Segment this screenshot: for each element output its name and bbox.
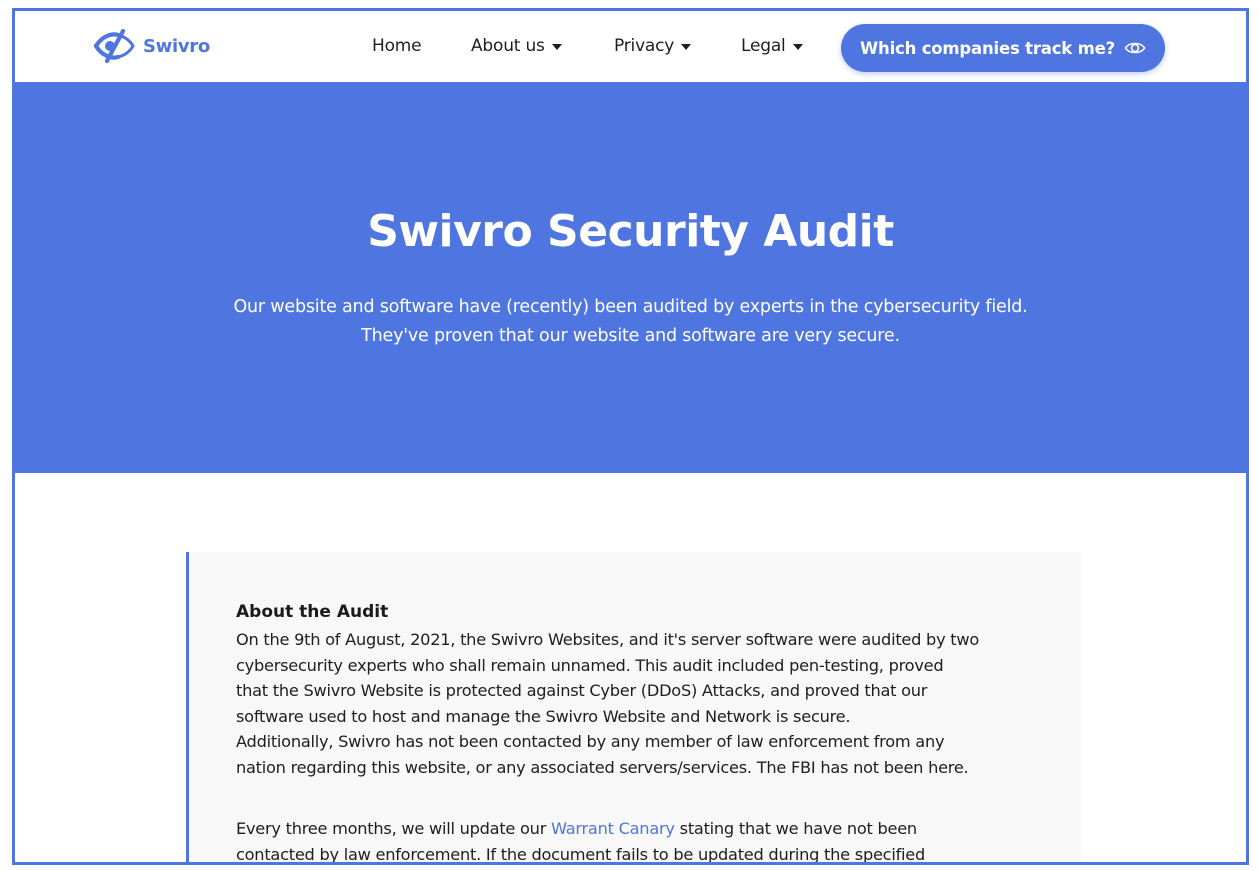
top-navbar: Swivro Home About us Privacy Legal Which… [15, 11, 1246, 82]
card-paragraph-1: On the 9th of August, 2021, the Swivro W… [236, 627, 1056, 780]
eye-icon [1124, 42, 1146, 54]
paragraph-line: cybersecurity experts who shall remain u… [236, 655, 944, 675]
nav-link-home[interactable]: Home [372, 36, 422, 56]
nav-link-label: Privacy [614, 36, 675, 56]
paragraph-line: that the Swivro Website is protected aga… [236, 681, 928, 700]
caret-down-icon [792, 44, 803, 50]
browser-viewport: Swivro Home About us Privacy Legal Which… [12, 8, 1249, 865]
nav-link-label: About us [471, 36, 545, 56]
card-heading: About the Audit [236, 602, 389, 622]
audit-info-card: About the Audit On the 9th of August, 20… [186, 552, 1081, 864]
paragraph-line: Additionally, Swivro has not been contac… [236, 732, 945, 751]
nav-link-label: Home [372, 36, 422, 56]
paragraph-text: stating that we have not been [674, 819, 918, 838]
brand-logo[interactable]: Swivro [93, 29, 210, 63]
hero-subtitle-line-2: They've proven that our website and soft… [361, 326, 900, 346]
page-title: Swivro Security Audit [367, 206, 894, 257]
paragraph-line: contacted by law enforcement. If the doc… [236, 844, 926, 864]
hero-subtitle-line-1: Our website and software have (recently)… [233, 297, 1028, 317]
which-companies-track-me-button[interactable]: Which companies track me? [841, 24, 1165, 72]
nav-link-label: Legal [741, 36, 786, 56]
cta-label: Which companies track me? [860, 38, 1115, 58]
nav-link-about-us[interactable]: About us [471, 36, 562, 56]
hero-section: Swivro Security Audit Our website and so… [15, 82, 1246, 473]
paragraph-line: nation regarding this website, or any as… [236, 757, 969, 777]
caret-down-icon [551, 44, 562, 50]
card-paragraph-2: Every three months, we will update our W… [236, 816, 1056, 864]
caret-down-icon [681, 44, 692, 50]
paragraph-line: software used to host and manage the Swi… [236, 706, 851, 726]
paragraph-line: On the 9th of August, 2021, the Swivro W… [236, 630, 980, 649]
eye-slash-logo-icon [93, 29, 135, 63]
warrant-canary-link[interactable]: Warrant Canary [551, 819, 675, 838]
nav-link-legal[interactable]: Legal [741, 36, 803, 56]
paragraph-text: Every three months, we will update our [236, 819, 551, 838]
nav-link-privacy[interactable]: Privacy [614, 36, 692, 56]
brand-name: Swivro [143, 35, 210, 57]
